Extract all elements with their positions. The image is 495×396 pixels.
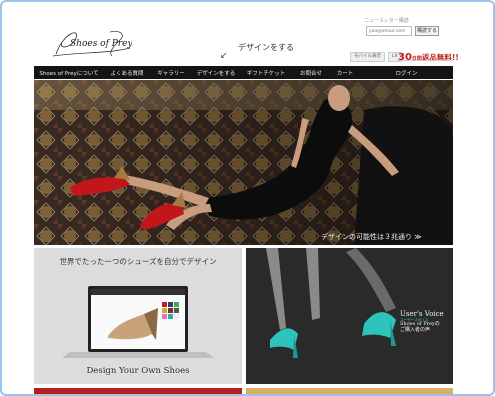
design-cta-link[interactable]: ↙ デザインをする (220, 42, 294, 61)
returns-days: 30 (398, 52, 412, 63)
nav-item-contact[interactable]: お問合せ (292, 69, 330, 77)
page: Shoes of Prey ↙ デザインをする ニュースレター購読 購読する モ… (34, 12, 459, 394)
bottom-image-strip (34, 388, 453, 394)
promo-underline (398, 60, 453, 61)
nav-item-login[interactable]: ログイン (360, 69, 453, 77)
mobile-view-button[interactable]: モバイル表示 (350, 51, 385, 62)
user-voice-text: User's Voice ユーザーズボイス Shoes of Preyの ご購入… (400, 310, 444, 334)
newsletter-subscribe-button[interactable]: 購読する (415, 26, 439, 36)
site-logo[interactable]: Shoes of Prey (50, 24, 133, 62)
design-cta-label: デザインをする (238, 43, 294, 52)
browser-frame: Shoes of Prey ↙ デザインをする ニュースレター購読 購読する モ… (0, 0, 495, 396)
nav-item-gallery[interactable]: ギャラリー (150, 69, 192, 77)
nav-item-faq[interactable]: よくある質問 (104, 69, 150, 77)
nav-item-cart[interactable]: カート (330, 69, 360, 77)
hero-banner[interactable]: デザインの可能性は３兆通り ≫ (34, 80, 453, 245)
strip-image-1[interactable] (34, 388, 242, 394)
curved-arrow-icon: ↙ (220, 51, 228, 61)
user-voice-title: User's Voice (400, 310, 444, 318)
design-panel-label: Design Your Own Shoes (86, 366, 190, 376)
user-voice-panel[interactable]: User's Voice ユーザーズボイス Shoes of Preyの ご購入… (246, 248, 453, 384)
nav-item-about[interactable]: Shoes of Preyについて (34, 69, 104, 77)
utility-buttons: モバイル表示 LX (350, 51, 402, 62)
nav-item-gift-ticket[interactable]: ギフトチケット (240, 69, 292, 77)
main-nav: Shoes of Preyについて よくある質問 ギャラリー デザインをする ギ… (34, 66, 453, 79)
hero-caption-link[interactable]: デザインの可能性は３兆通り ≫ (321, 232, 422, 242)
user-voice-line2: ご購入者の声 (400, 326, 431, 333)
newsletter-label: ニュースレター購読 (364, 18, 409, 24)
logo-text: Shoes of Prey (70, 39, 132, 49)
strip-image-2[interactable] (245, 388, 453, 394)
newsletter-email-input[interactable] (366, 26, 412, 36)
returns-promo: 30日間返品無料!! (398, 45, 459, 64)
hero-image (34, 80, 453, 245)
design-your-own-panel[interactable]: 世界でたった一つのシューズを自分でデザイン Design Your Own Sh… (34, 248, 242, 384)
laptop-illustration (62, 286, 214, 358)
returns-unit: 日間 (411, 56, 422, 62)
nav-item-design[interactable]: デザインをする (192, 69, 240, 77)
